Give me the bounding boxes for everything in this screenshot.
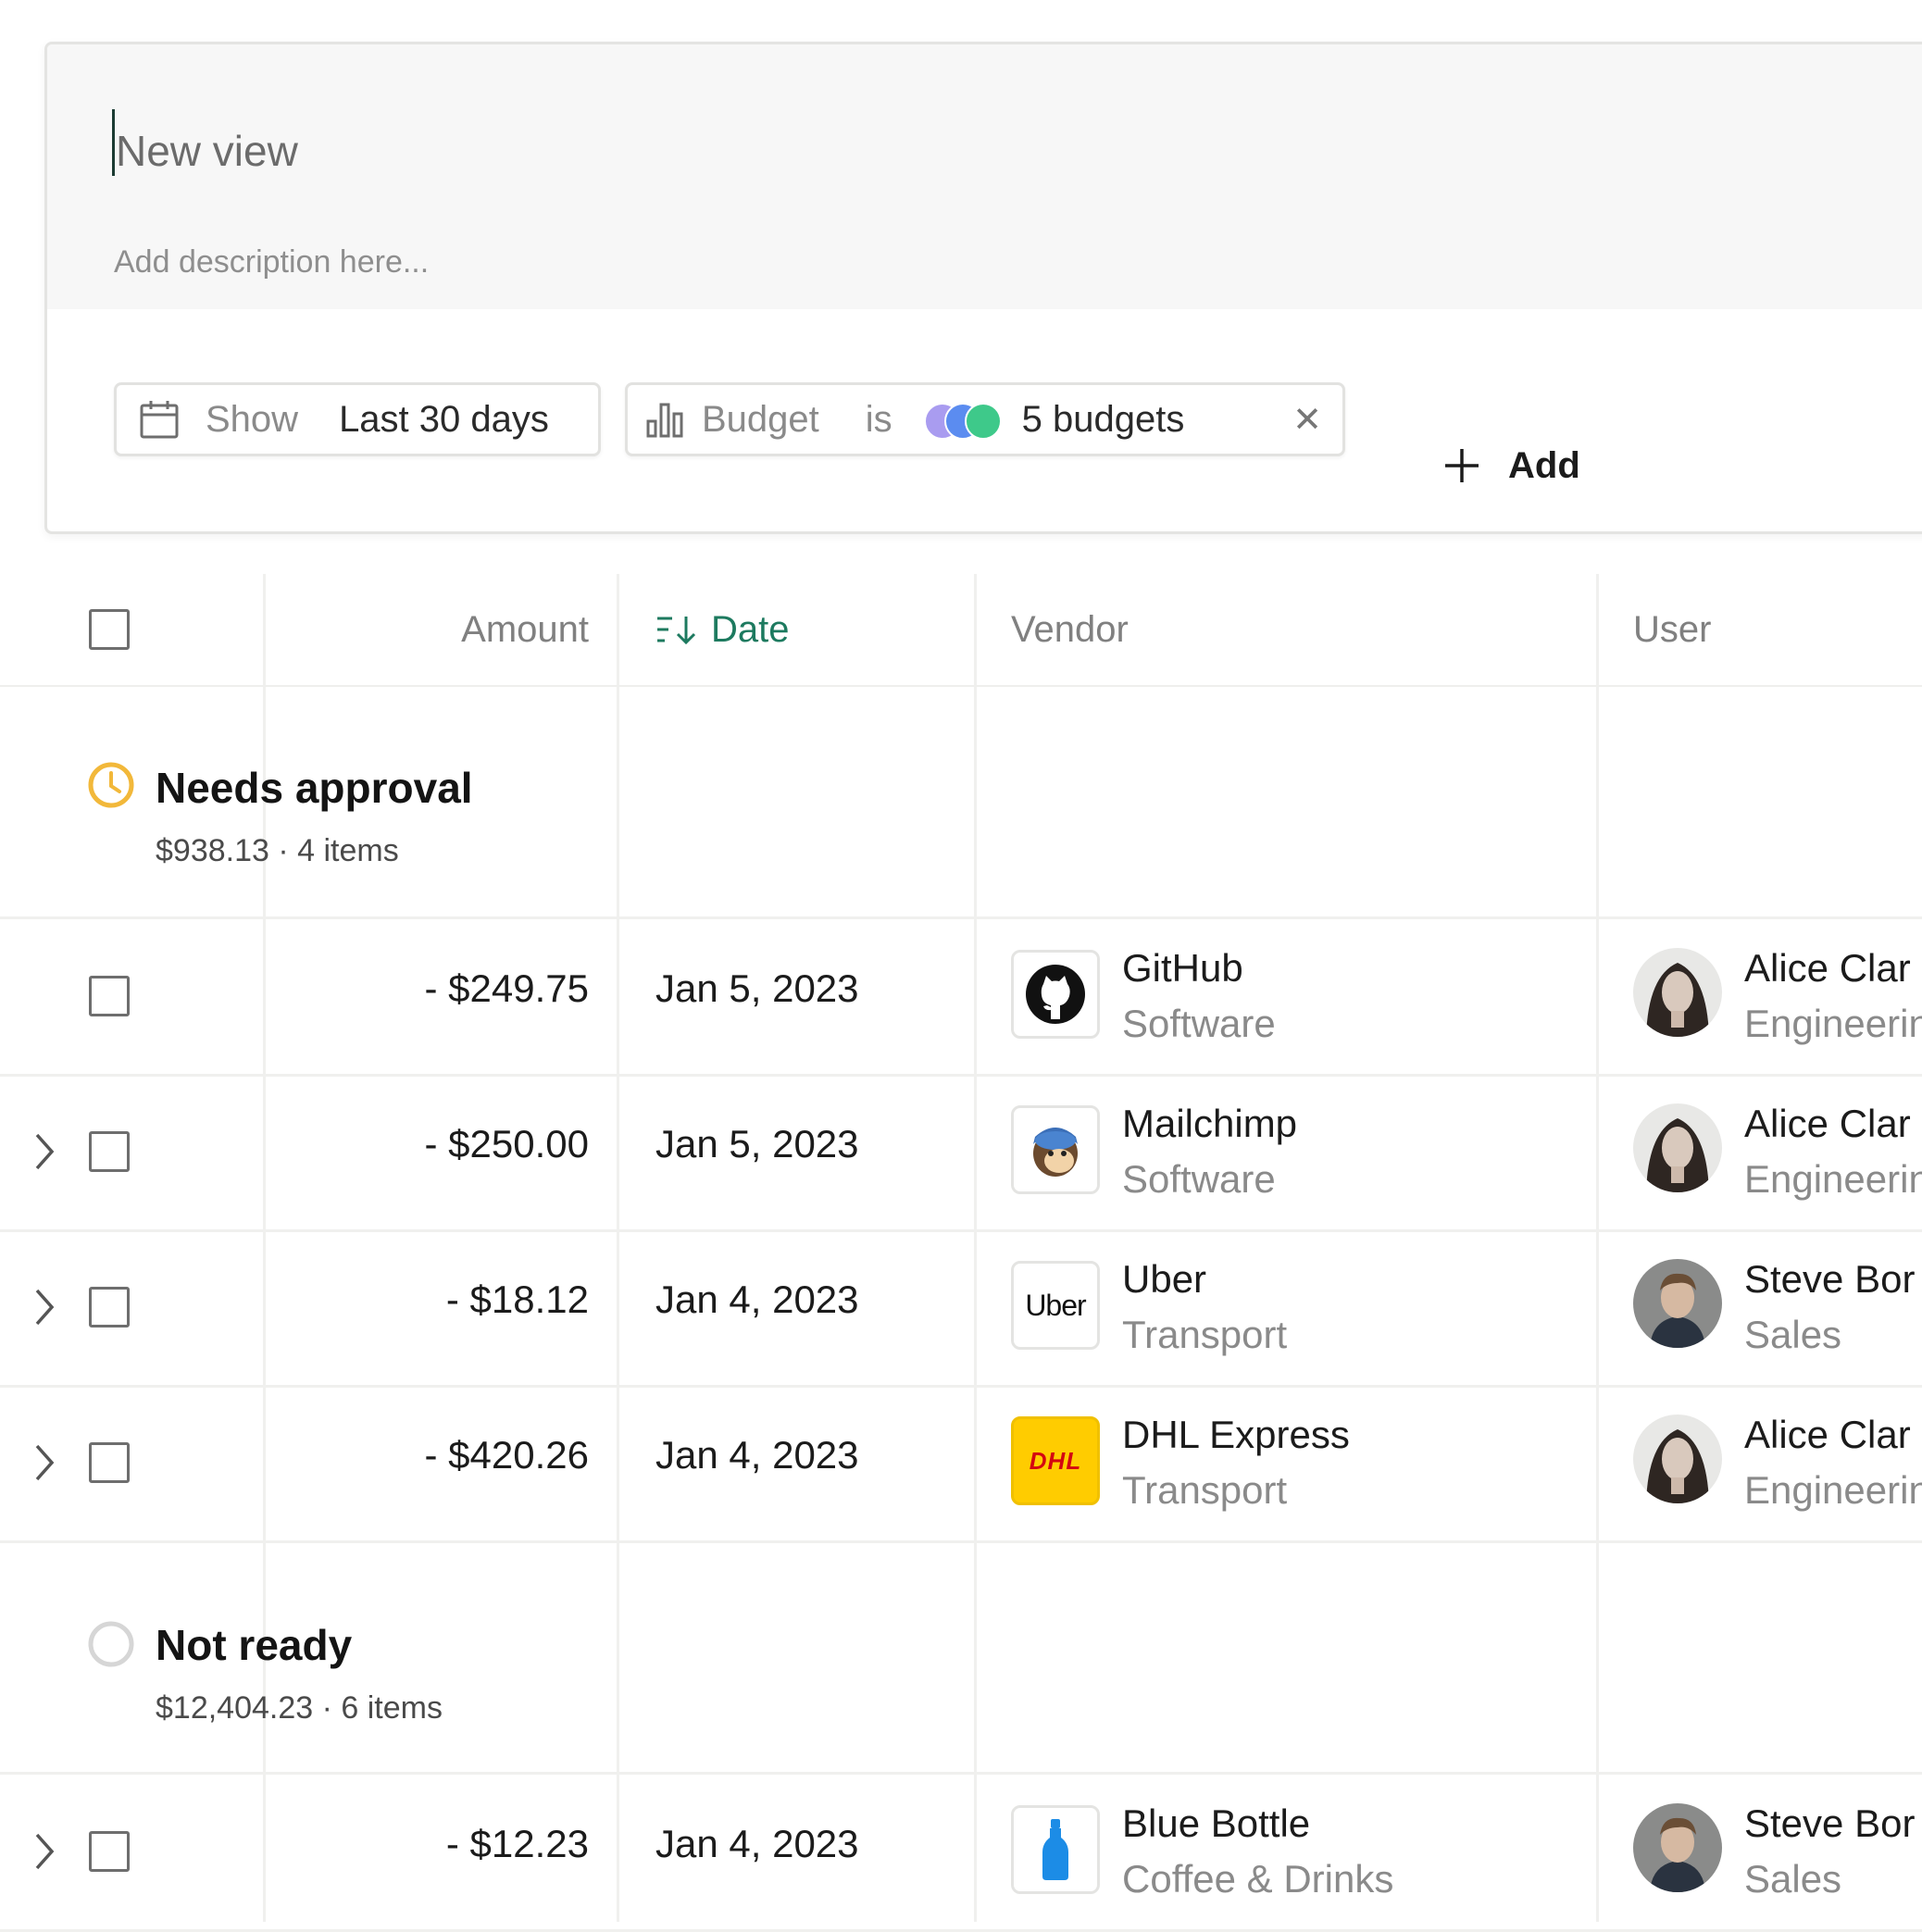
row-amount: - $250.00 bbox=[424, 1122, 589, 1165]
chevron-right-icon[interactable] bbox=[28, 1826, 61, 1877]
alice-avatar bbox=[1633, 1103, 1722, 1192]
clock-icon bbox=[88, 762, 134, 808]
budget-filter-operator: is bbox=[865, 398, 892, 440]
vendor-category: Transport bbox=[1122, 1313, 1288, 1356]
budget-filter-label: Budget bbox=[702, 398, 819, 440]
chevron-right-icon[interactable] bbox=[28, 1281, 61, 1333]
user-department: Engineerin bbox=[1744, 1157, 1922, 1201]
row-checkbox[interactable] bbox=[89, 1131, 130, 1172]
vendor-logo bbox=[1011, 1105, 1100, 1194]
plus-icon bbox=[1445, 449, 1479, 482]
budget-filter-chip[interactable]: Budget is 5 budgets ✕ bbox=[625, 382, 1345, 456]
sort-descending-icon bbox=[657, 617, 696, 645]
row-checkbox[interactable] bbox=[89, 1442, 130, 1483]
date-filter-label: Show bbox=[206, 398, 299, 440]
dhl-logo-text: DHL bbox=[1029, 1446, 1082, 1475]
row-checkbox[interactable] bbox=[89, 1831, 130, 1872]
table-row[interactable]: - $420.26 Jan 4, 2023 DHL DHL Express Tr… bbox=[0, 1385, 1922, 1543]
add-filter-label: Add bbox=[1508, 444, 1580, 486]
vendor-category: Coffee & Drinks bbox=[1122, 1857, 1394, 1901]
row-date: Jan 4, 2023 bbox=[655, 1278, 859, 1321]
user-department: Sales bbox=[1744, 1313, 1842, 1356]
column-header-amount[interactable]: Amount bbox=[461, 574, 589, 685]
alice-avatar bbox=[1633, 1415, 1722, 1503]
user-department: Engineerin bbox=[1744, 1468, 1922, 1512]
user-name: Steve Bor bbox=[1744, 1801, 1916, 1845]
user-name: Alice Clar bbox=[1744, 1102, 1911, 1145]
view-editor-card: Show Last 30 days Budget is 5 budgets ✕ … bbox=[44, 42, 1922, 534]
vendor-category: Software bbox=[1122, 1002, 1276, 1045]
chevron-right-icon[interactable] bbox=[28, 1437, 61, 1489]
github-icon bbox=[1026, 965, 1085, 1024]
remove-filter-icon[interactable]: ✕ bbox=[1292, 399, 1322, 441]
calendar-icon bbox=[140, 401, 179, 439]
row-checkbox[interactable] bbox=[89, 1287, 130, 1327]
budget-color-dots bbox=[923, 401, 1004, 440]
table-row[interactable]: - $18.12 Jan 4, 2023 Uber Uber Transport… bbox=[0, 1229, 1922, 1388]
empty-circle-icon bbox=[88, 1621, 134, 1667]
vendor-name: Uber bbox=[1122, 1257, 1207, 1301]
column-header-date[interactable]: Date bbox=[655, 574, 790, 685]
alice-avatar bbox=[1633, 948, 1722, 1037]
table-row[interactable]: - $12.23 Jan 4, 2023 Blue Bottle Coffee … bbox=[0, 1774, 1922, 1932]
vendor-name: Mailchimp bbox=[1122, 1102, 1298, 1145]
group-header-needs-approval[interactable]: Needs approval $938.13 · 4 items bbox=[0, 687, 1922, 919]
vendor-category: Transport bbox=[1122, 1468, 1288, 1512]
view-title-input[interactable] bbox=[116, 118, 949, 183]
select-all-checkbox[interactable] bbox=[89, 609, 130, 650]
vendor-name: Blue Bottle bbox=[1122, 1801, 1311, 1845]
vendor-name: DHL Express bbox=[1122, 1413, 1350, 1456]
date-range-filter-chip[interactable]: Show Last 30 days bbox=[114, 382, 601, 456]
table-row[interactable]: - $249.75 Jan 5, 2023 GitHub Software Al… bbox=[0, 918, 1922, 1077]
group-summary: $12,404.23 · 6 items bbox=[156, 1690, 443, 1726]
group-title: Needs approval bbox=[156, 764, 473, 812]
row-amount: - $12.23 bbox=[445, 1822, 589, 1865]
chevron-right-icon[interactable] bbox=[28, 1126, 61, 1178]
row-date: Jan 4, 2023 bbox=[655, 1433, 859, 1477]
group-header-not-ready[interactable]: Not ready $12,404.23 · 6 items bbox=[0, 1542, 1922, 1775]
blue-bottle-icon bbox=[1042, 1819, 1068, 1880]
row-date: Jan 5, 2023 bbox=[655, 1122, 859, 1165]
column-header-user[interactable]: User bbox=[1633, 574, 1711, 685]
uber-logo: Uber bbox=[1011, 1261, 1100, 1350]
view-editor-header bbox=[47, 44, 1922, 309]
vendor-logo bbox=[1011, 950, 1100, 1039]
uber-logo-text: Uber bbox=[1025, 1288, 1086, 1322]
row-amount: - $420.26 bbox=[424, 1433, 589, 1477]
group-title: Not ready bbox=[156, 1621, 353, 1669]
add-filter-button[interactable]: Add bbox=[1443, 429, 1580, 503]
bar-chart-icon bbox=[646, 403, 683, 438]
budget-filter-value: 5 budgets bbox=[1021, 398, 1185, 440]
row-amount: - $249.75 bbox=[424, 966, 589, 1010]
steve-avatar bbox=[1633, 1803, 1722, 1892]
steve-avatar bbox=[1633, 1259, 1722, 1348]
dhl-logo: DHL bbox=[1011, 1416, 1100, 1505]
user-name: Steve Bor bbox=[1744, 1257, 1916, 1301]
table-header: Amount Date Vendor User bbox=[0, 574, 1922, 687]
row-date: Jan 5, 2023 bbox=[655, 966, 859, 1010]
vendor-category: Software bbox=[1122, 1157, 1276, 1201]
user-name: Alice Clar bbox=[1744, 946, 1911, 990]
vendor-logo bbox=[1011, 1805, 1100, 1894]
row-checkbox[interactable] bbox=[89, 976, 130, 1016]
column-header-vendor[interactable]: Vendor bbox=[1011, 574, 1129, 685]
user-department: Sales bbox=[1744, 1857, 1842, 1901]
user-name: Alice Clar bbox=[1744, 1413, 1911, 1456]
table-row[interactable]: - $250.00 Jan 5, 2023 Mailchimp Software… bbox=[0, 1074, 1922, 1232]
date-filter-value: Last 30 days bbox=[339, 398, 549, 440]
row-date: Jan 4, 2023 bbox=[655, 1822, 859, 1865]
budget-dot bbox=[964, 403, 1002, 440]
date-header-label: Date bbox=[711, 608, 790, 650]
user-department: Engineerin bbox=[1744, 1002, 1922, 1045]
vendor-name: GitHub bbox=[1122, 946, 1243, 990]
group-summary: $938.13 · 4 items bbox=[156, 833, 399, 868]
text-caret bbox=[112, 109, 115, 176]
view-description-input[interactable] bbox=[114, 239, 947, 285]
row-amount: - $18.12 bbox=[445, 1278, 589, 1321]
mailchimp-icon bbox=[1033, 1128, 1078, 1177]
